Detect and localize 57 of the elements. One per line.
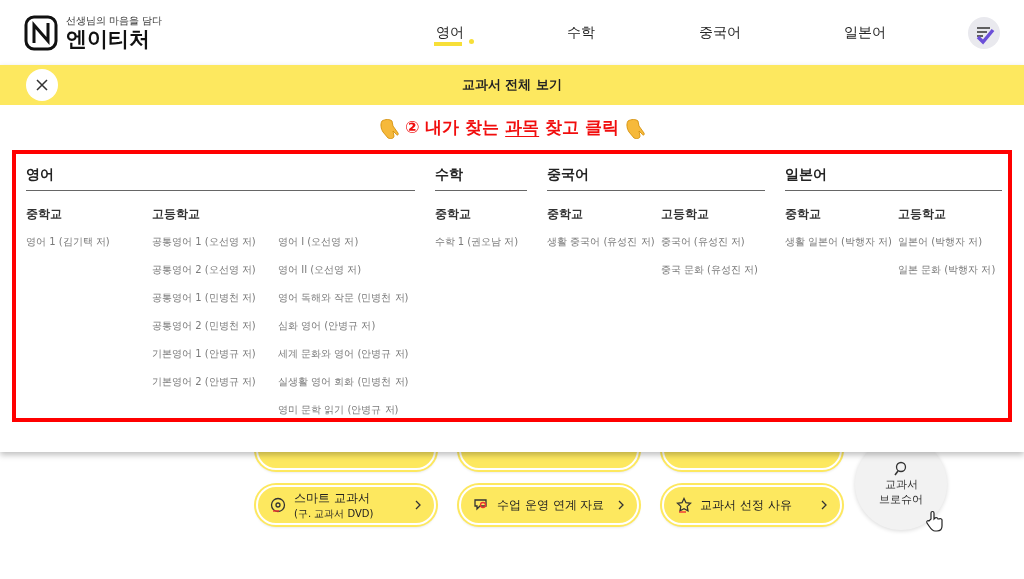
textbook-link[interactable]: 공통영어 1 (오선영 저): [152, 236, 256, 247]
textbook-link[interactable]: 기본영어 1 (안병규 저): [152, 348, 256, 359]
disc-icon: [270, 497, 286, 513]
nav-tab[interactable]: 중국어: [692, 19, 747, 46]
hand-cursor-icon: [923, 510, 945, 534]
pointing-hand-icon: [379, 116, 399, 139]
link-button[interactable]: 스마트 교과서 (구. 교과서 DVD): [256, 485, 436, 525]
school-level-heading: 고등학교: [152, 207, 200, 221]
textbook-link[interactable]: 중국어 (유성진 저): [660, 236, 745, 247]
logo-text[interactable]: 엔이티처: [66, 27, 163, 52]
textbook-link[interactable]: 영어 II (오선영 저): [278, 264, 362, 275]
textbook-link[interactable]: 영미 문학 읽기 (안병규 저): [278, 404, 399, 415]
textbook-link[interactable]: 영어 I (오선영 저): [278, 236, 359, 247]
school-level-heading: 중학교: [784, 207, 821, 221]
textbook-link[interactable]: 심화 영어 (안병규 저): [278, 320, 376, 331]
textbook-link[interactable]: 공통영어 2 (오선영 저): [152, 264, 256, 275]
textbook-link[interactable]: 일본어 (박행자 저): [897, 236, 983, 247]
link-button[interactable]: 수업 운영 연계 자료: [459, 485, 639, 525]
school-level-heading: 중학교: [26, 207, 62, 221]
textbook-link[interactable]: 세계 문화와 영어 (안병규 저): [278, 348, 409, 359]
chevron-right-icon: [415, 500, 422, 510]
textbook-link[interactable]: 생활 일본어 (박행자 저): [784, 236, 892, 247]
logo-tagline: 선생님의 마음을 담다: [66, 13, 163, 28]
close-button[interactable]: [26, 69, 58, 101]
banner-title: 교과서 전체 보기: [462, 76, 562, 94]
chevron-right-icon: [821, 500, 828, 510]
textbook-link[interactable]: 영어 1 (김기택 저): [26, 236, 110, 247]
school-level-heading: 고등학교: [897, 207, 946, 221]
star-icon: [676, 497, 692, 513]
subject-heading: 중국어: [547, 166, 765, 191]
school-level-heading: 고등학교: [660, 207, 709, 221]
search-icon: [894, 460, 908, 476]
textbook-link[interactable]: 영어 독해와 작문 (민병천 저): [278, 292, 409, 303]
textbook-link[interactable]: 공통영어 2 (민병천 저): [152, 320, 256, 331]
chevron-right-icon: [618, 500, 625, 510]
school-level-heading: 중학교: [547, 207, 584, 221]
textbook-link[interactable]: 일본 문화 (박행자 저): [897, 264, 996, 275]
textbook-link[interactable]: 생활 중국어 (유성진 저): [547, 236, 655, 247]
chat-search-icon: [473, 497, 489, 513]
link-button[interactable]: 교과서 선정 사유: [662, 485, 842, 525]
school-level-heading: 중학교: [434, 207, 471, 221]
profile-avatar-icon[interactable]: [968, 16, 1000, 49]
textbook-link[interactable]: 기본영어 2 (안병규 저): [152, 376, 256, 387]
subject-heading: 수학: [434, 166, 528, 191]
textbook-link[interactable]: 수학 1 (권오남 저): [434, 236, 519, 247]
nav-tab[interactable]: 일본어: [838, 19, 893, 46]
textbook-link[interactable]: 실생활 영어 회화 (민병천 저): [278, 376, 409, 387]
textbook-link[interactable]: 중국 문화 (유성진 저): [660, 264, 758, 275]
brochure-button[interactable]: 교과서 브로슈어: [855, 452, 947, 530]
logo-icon: [24, 14, 58, 51]
pointing-hand-icon: [625, 116, 645, 139]
close-icon: [36, 79, 48, 91]
instruction-text: ② 내가 찾는 과목 찾고 클릭: [405, 116, 619, 139]
subject-heading: 영어: [26, 166, 415, 191]
nav-tab[interactable]: 수학: [561, 19, 602, 46]
textbook-link[interactable]: 공통영어 1 (민병천 저): [152, 292, 256, 303]
subject-heading: 일본어: [784, 166, 1002, 191]
